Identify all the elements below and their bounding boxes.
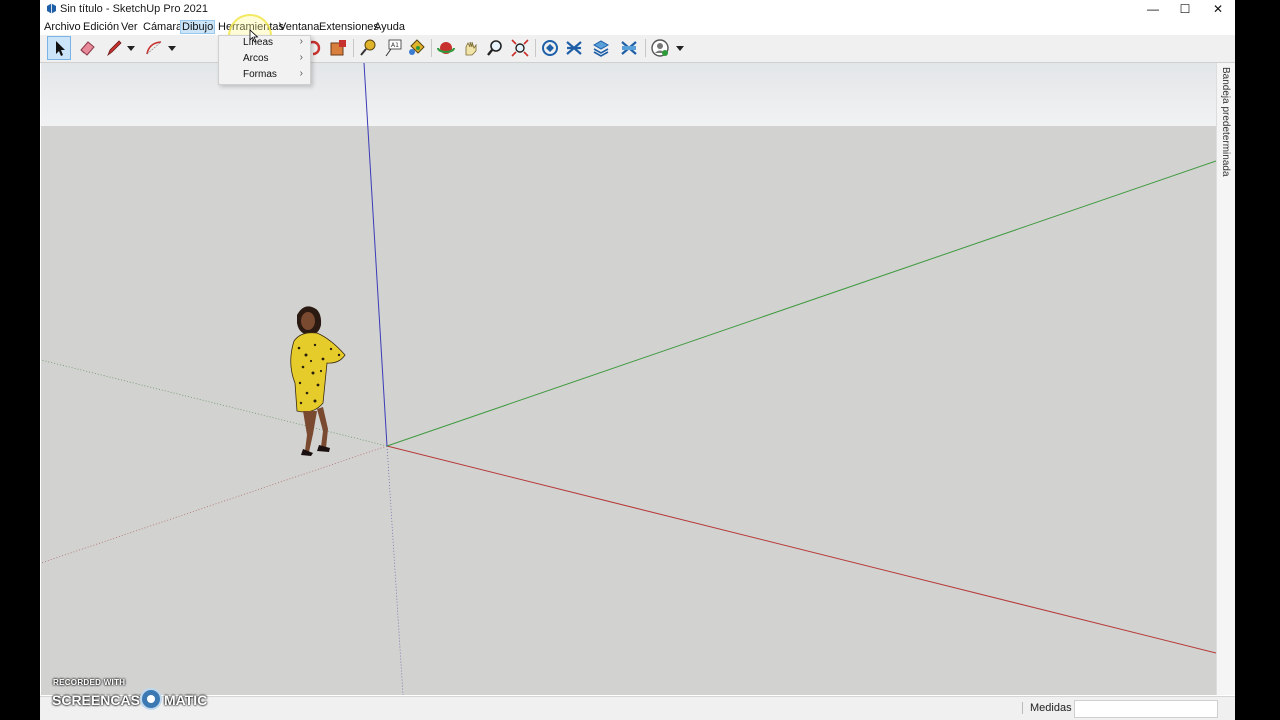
dropdown-item-arcos[interactable]: Arcos ›	[219, 52, 310, 68]
extension-warehouse-icon	[566, 41, 582, 55]
orbit-icon	[437, 42, 455, 54]
watermark-top-text: RECORDED WITH	[53, 678, 126, 687]
tray-label[interactable]: Bandeja predeterminada	[1220, 67, 1231, 177]
profile-button[interactable]	[649, 37, 671, 59]
sketchup-logo-icon	[47, 3, 56, 14]
default-tray[interactable]: Bandeja predeterminada	[1216, 63, 1235, 695]
dropdown-item-label: Formas	[243, 69, 277, 80]
tape-measure-tool-button[interactable]	[357, 37, 379, 59]
dibujo-dropdown-menu: Líneas › Arcos › Formas ›	[218, 35, 311, 85]
profile-dropdown[interactable]	[673, 37, 687, 59]
zoom-tool-button[interactable]	[484, 37, 506, 59]
zoom-extents-icon	[511, 39, 529, 57]
toolbar-separator	[535, 39, 536, 57]
select-tool-button[interactable]	[47, 36, 71, 60]
watermark-left-text: SCREENCAST	[52, 692, 149, 708]
minimize-button[interactable]: —	[1136, 0, 1170, 18]
orbit-tool-button[interactable]	[435, 37, 457, 59]
toolbar-separator	[645, 39, 646, 57]
scale-icon	[330, 40, 346, 56]
text-tool-button[interactable]: A1	[382, 37, 404, 59]
scale-tool-button[interactable]	[327, 37, 349, 59]
menu-archivo[interactable]: Archivo	[44, 21, 81, 33]
profile-icon	[651, 39, 669, 57]
measurements-label: Medidas	[1030, 702, 1072, 714]
ground-plane	[41, 126, 1216, 695]
layout-icon	[592, 40, 610, 57]
pan-icon	[465, 41, 477, 56]
chevron-right-icon: ›	[299, 52, 303, 63]
menu-ventana[interactable]: Ventana	[279, 21, 319, 33]
watermark-right-text: MATIC	[164, 692, 208, 708]
pencil-dropdown[interactable]	[124, 37, 138, 59]
chevron-down-icon	[676, 46, 684, 51]
arc-icon	[146, 41, 162, 55]
eraser-icon	[80, 41, 95, 56]
model-viewport[interactable]	[41, 63, 1216, 695]
dropdown-item-label: Arcos	[243, 53, 269, 64]
menu-ayuda[interactable]: Ayuda	[374, 21, 405, 33]
chevron-down-icon	[168, 46, 176, 51]
menu-dibujo[interactable]: Dibujo	[179, 20, 216, 34]
arc-tool-button[interactable]	[143, 37, 165, 59]
eraser-tool-button[interactable]	[76, 37, 98, 59]
screencast-logo-icon	[140, 688, 162, 710]
extension-warehouse-button[interactable]	[563, 37, 585, 59]
extension-manager-icon	[621, 41, 637, 55]
mouse-cursor-icon	[249, 29, 259, 43]
menu-edicion[interactable]: Edición	[83, 21, 119, 33]
pan-tool-button[interactable]	[460, 37, 482, 59]
chevron-right-icon: ›	[299, 68, 303, 79]
warehouse-icon	[542, 40, 558, 56]
dropdown-item-formas[interactable]: Formas ›	[219, 68, 310, 84]
chevron-right-icon: ›	[299, 36, 303, 47]
menu-camara[interactable]: Cámara	[143, 21, 182, 33]
close-button[interactable]: ✕	[1201, 0, 1235, 18]
tape-measure-icon	[360, 39, 376, 56]
text-icon: A1	[385, 39, 402, 57]
zoom-extents-tool-button[interactable]	[509, 37, 531, 59]
dropdown-item-lineas[interactable]: Líneas ›	[219, 36, 310, 52]
figure-head	[301, 312, 315, 330]
select-icon	[56, 41, 65, 56]
sketchup-window: Sin título - SketchUp Pro 2021 — ☐ ✕ Arc…	[40, 0, 1235, 720]
pencil-icon	[107, 40, 122, 57]
arc-dropdown[interactable]	[165, 37, 179, 59]
paint-bucket-icon	[409, 39, 425, 55]
paint-bucket-tool-button[interactable]	[405, 37, 427, 59]
toolbar-separator	[353, 39, 354, 57]
menu-bar: Archivo Edición Ver Cámara Dibujo Herram…	[40, 19, 1235, 35]
warehouse-button[interactable]	[539, 37, 561, 59]
measurements-box[interactable]	[1074, 700, 1218, 718]
window-title: Sin título - SketchUp Pro 2021	[60, 3, 208, 15]
menu-ver[interactable]: Ver	[121, 21, 138, 33]
menu-extensiones[interactable]: Extensiones	[319, 21, 379, 33]
pencil-tool-button[interactable]	[103, 37, 125, 59]
status-bar: Medidas	[40, 696, 1235, 720]
chevron-down-icon	[127, 46, 135, 51]
svg-text:A1: A1	[391, 42, 399, 49]
layout-button[interactable]	[590, 37, 612, 59]
toolbar-separator	[431, 39, 432, 57]
extension-manager-button[interactable]	[618, 37, 640, 59]
zoom-icon	[487, 40, 502, 56]
status-divider	[1022, 702, 1023, 714]
maximize-button[interactable]: ☐	[1168, 0, 1202, 18]
title-bar: Sin título - SketchUp Pro 2021 — ☐ ✕	[40, 0, 1235, 18]
